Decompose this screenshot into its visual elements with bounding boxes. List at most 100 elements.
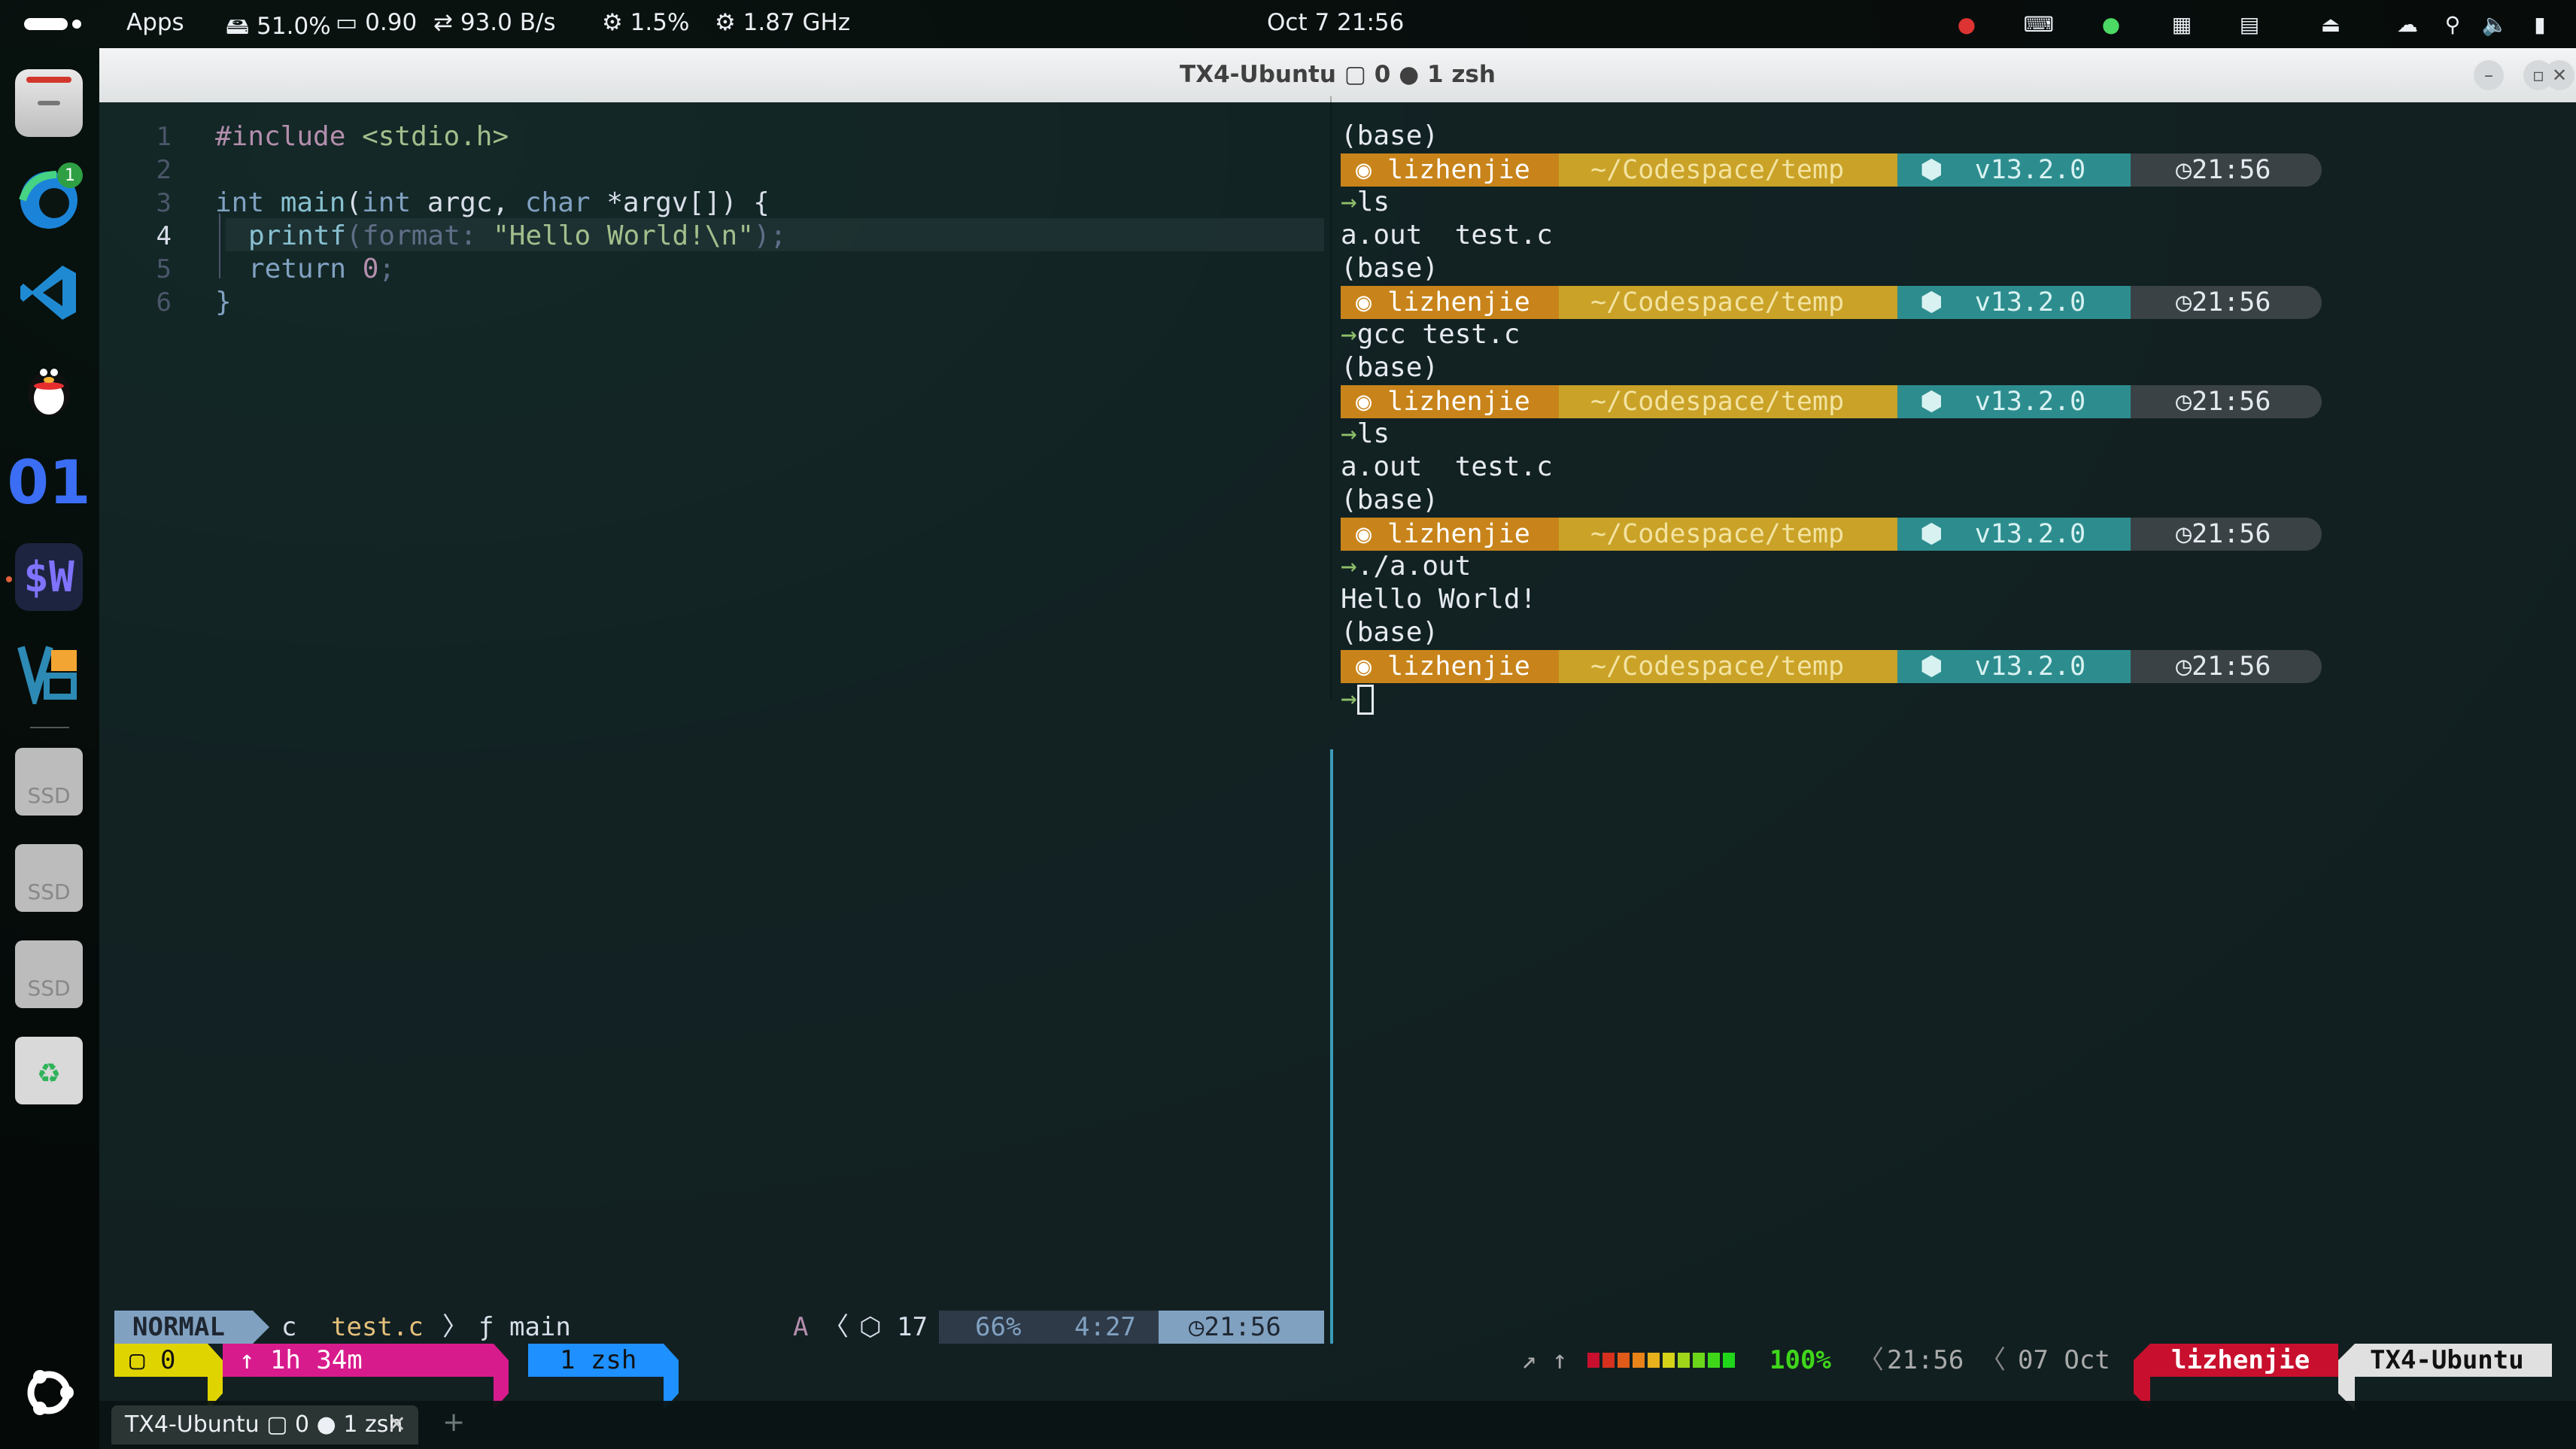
chevron-left-icon: 〈	[823, 1312, 849, 1342]
dock: 1 01 $W SSD SSD SSD ♻	[0, 48, 99, 1449]
cloud-icon[interactable]: ☁	[2392, 9, 2423, 39]
separator	[2338, 1344, 2355, 1410]
wechat-tray-icon[interactable]: ●	[2096, 9, 2126, 39]
node-version: v13.2.0	[1974, 155, 2086, 185]
files-app-icon[interactable]	[15, 69, 83, 137]
battery-percent: 100%	[1769, 1345, 1831, 1375]
vim-mode: NORMAL	[114, 1311, 253, 1344]
prompt-time-value: 21:56	[2192, 287, 2271, 317]
command-output: a.out test.c	[1341, 220, 1553, 251]
running-indicator	[6, 576, 12, 582]
network-speed: ⇄ 93.0 B/s	[433, 9, 556, 36]
code-line[interactable]: #include <stdio.h>	[215, 120, 509, 153]
code-line[interactable]: }	[215, 286, 232, 319]
qq-app-icon[interactable]	[15, 354, 83, 421]
prompt-user: ◉ lizhenjie	[1341, 650, 1559, 683]
tmux-statusbar: ▢ 0 ↑ 1h 34m 1 zsh ↗ ↑ 100% 〈 21:56 〈 07…	[114, 1344, 2552, 1410]
prompt-time-value: 21:56	[2192, 652, 2271, 682]
clock[interactable]: Oct 7 21:56	[1267, 9, 1404, 36]
app-01-icon[interactable]: 01	[7, 448, 90, 518]
tmux-window-tab[interactable]: 1 zsh	[528, 1344, 664, 1377]
ssd-label: SSD	[27, 783, 71, 808]
conda-env: (base)	[1341, 253, 1439, 284]
trash-icon[interactable]: ♻	[15, 1037, 83, 1104]
prompt-username: lizhenjie	[1387, 652, 1530, 682]
grid-icon[interactable]: ▦	[2167, 9, 2197, 39]
line-number: 2	[156, 155, 172, 185]
battery-icon[interactable]: ▮	[2525, 9, 2555, 39]
diagnostics-count: ⬡ 17	[859, 1312, 928, 1342]
filetype-icon: c	[281, 1312, 297, 1342]
minimize-button[interactable]: –	[2474, 60, 2504, 90]
close-tab-icon[interactable]: ✕	[387, 1405, 406, 1444]
virtualbox-icon[interactable]	[15, 638, 83, 706]
command-line-active[interactable]: →	[1341, 683, 1374, 715]
clipboard-icon[interactable]: ▤	[2234, 9, 2265, 39]
load-average: ▭ 0.90	[336, 9, 418, 36]
prompt-user: ◉ lizhenjie	[1341, 385, 1559, 418]
ubuntu-logo-icon[interactable]	[15, 1359, 83, 1426]
activities-indicator[interactable]	[24, 18, 68, 30]
terminal-tab[interactable]: TX4-Ubuntu ▢ 0 ● 1 zsh ✕	[111, 1405, 418, 1444]
ssd-drive-icon[interactable]: SSD	[15, 748, 83, 816]
memory-usage: 🖴 51.0%	[226, 13, 331, 40]
command-line: →gcc test.c	[1341, 319, 1520, 350]
prompt-time: ◷21:56	[2131, 385, 2322, 418]
prompt-bar: ◉ lizhenjie ~/Codespace/temp ⬢ v13.2.0 ◷…	[1341, 286, 2322, 319]
file-name: test.c	[331, 1312, 424, 1342]
prompt-time-value: 21:56	[2192, 387, 2271, 417]
command-line: →ls	[1341, 418, 1390, 449]
tmux-session[interactable]: ▢ 0	[114, 1344, 208, 1377]
code-line[interactable]: return 0;	[248, 253, 395, 286]
prompt-arrow: →	[1341, 187, 1357, 217]
param-text: argc,	[411, 187, 525, 218]
prompt-path: ~/Codespace/temp	[1559, 385, 1897, 418]
workspace-dot[interactable]	[72, 20, 81, 29]
prompt-arrow: →	[1341, 319, 1357, 350]
tmux-time: 21:56	[1887, 1345, 1964, 1375]
prompt-path: ~/Codespace/temp	[1559, 153, 1897, 187]
apps-menu[interactable]: Apps	[126, 9, 184, 36]
paren: (	[345, 187, 363, 218]
prompt-path: ~/Codespace/temp	[1559, 650, 1897, 683]
volume-icon[interactable]: 🔈	[2480, 9, 2510, 39]
vim-clock: ◷21:56	[1159, 1311, 1324, 1344]
vscode-icon[interactable]	[15, 259, 83, 327]
prompt-arrow: →	[1341, 683, 1357, 714]
new-tab-button[interactable]: +	[442, 1407, 465, 1438]
line-number: 1	[156, 122, 172, 152]
terminal-window[interactable]: TX4-Ubuntu ▢ 0 ● 1 zsh – ▫ ✕	[99, 48, 2576, 1449]
command-line: →./a.out	[1341, 551, 1471, 582]
pane-divider[interactable]	[1330, 96, 1332, 698]
edge-browser-icon[interactable]: 1	[15, 163, 83, 232]
ssd-drive-icon[interactable]: SSD	[15, 844, 83, 912]
line-number: 3	[156, 188, 172, 218]
qq-tray-icon[interactable]: ●	[1952, 9, 1982, 39]
network-icon[interactable]: ⚲	[2438, 9, 2468, 39]
keyboard-icon[interactable]: ⌨	[2024, 9, 2054, 39]
eject-icon[interactable]: ⏏	[2316, 9, 2346, 39]
line-number-current: 4	[156, 221, 172, 251]
prompt-node: ⬢ v13.2.0	[1897, 153, 2131, 187]
chevron-left-icon: 〈	[1980, 1345, 2006, 1375]
code-line[interactable]: int main(int argc, char *argv[]) {	[215, 187, 770, 220]
conda-env: (base)	[1341, 352, 1439, 383]
tmux-date: 07 Oct	[2018, 1345, 2110, 1375]
prompt-path: ~/Codespace/temp	[1559, 518, 1897, 551]
transfer-arrows: ↗ ↑	[1521, 1345, 1568, 1375]
scroll-percent: 66%	[975, 1312, 1022, 1342]
prompt-username: lizhenjie	[1387, 387, 1530, 417]
warp-terminal-icon[interactable]: $W	[15, 543, 83, 611]
conda-env: (base)	[1341, 485, 1439, 515]
title-bar[interactable]: TX4-Ubuntu ▢ 0 ● 1 zsh – ▫ ✕	[99, 48, 2576, 102]
terminal-tab-bar: TX4-Ubuntu ▢ 0 ● 1 zsh ✕ +	[99, 1401, 2576, 1449]
ssd-drive-icon[interactable]: SSD	[15, 940, 83, 1008]
command-output: a.out test.c	[1341, 451, 1553, 482]
indent-guide	[219, 214, 220, 278]
punctuation: ;	[378, 254, 396, 284]
prompt-time: ◷21:56	[2131, 286, 2322, 319]
command: gcc test.c	[1356, 319, 1520, 350]
breadcrumb-separator: 〉	[442, 1312, 468, 1342]
code-line-current[interactable]: printf(format: "Hello World!\n");	[248, 220, 786, 253]
close-button[interactable]: ✕	[2544, 60, 2574, 90]
